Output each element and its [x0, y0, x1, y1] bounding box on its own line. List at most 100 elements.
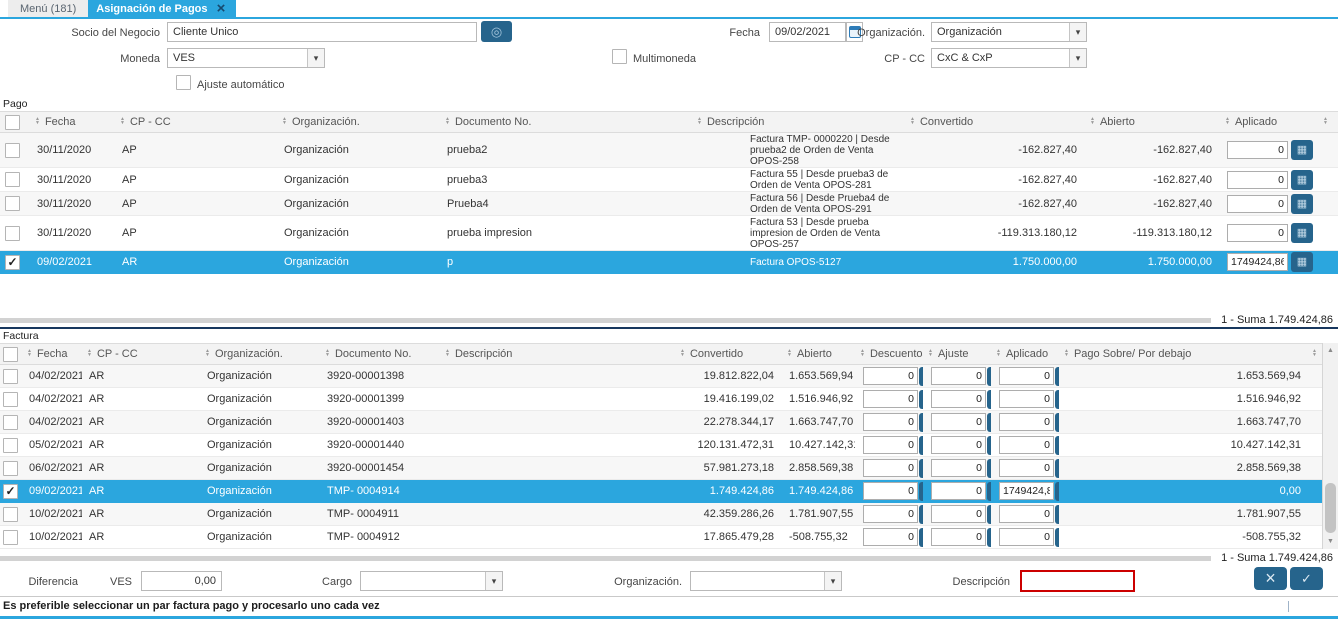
- column-header[interactable]: Documento No.: [335, 348, 411, 360]
- moneda-select[interactable]: VES: [167, 48, 325, 68]
- sort-icon[interactable]: [1064, 349, 1069, 357]
- calculator-button[interactable]: [1291, 140, 1313, 160]
- calculator-button-clipped[interactable]: [919, 367, 923, 386]
- sort-icon[interactable]: [282, 117, 287, 125]
- row-checkbox[interactable]: [5, 196, 20, 211]
- calculator-button-clipped[interactable]: [1055, 390, 1059, 409]
- amount-input[interactable]: [863, 436, 918, 454]
- column-header[interactable]: Ajuste: [938, 348, 969, 360]
- row-checkbox[interactable]: [5, 172, 20, 187]
- calculator-button[interactable]: [1291, 252, 1313, 272]
- calculator-button[interactable]: [1291, 194, 1313, 214]
- sort-icon[interactable]: [27, 349, 32, 357]
- column-header[interactable]: Aplicado: [1006, 348, 1048, 360]
- sort-icon[interactable]: [445, 349, 450, 357]
- amount-input[interactable]: [863, 482, 918, 500]
- diferencia-input[interactable]: 0,00: [141, 571, 222, 591]
- organizacion-select[interactable]: Organización: [931, 22, 1087, 42]
- sort-icon[interactable]: [910, 117, 915, 125]
- table-row[interactable]: 30/11/2020APOrganizaciónprueba3Factura 5…: [0, 168, 1338, 192]
- amount-input[interactable]: [931, 482, 986, 500]
- row-checkbox[interactable]: [3, 507, 18, 522]
- calculator-button-clipped[interactable]: [919, 436, 923, 455]
- amount-input[interactable]: [1227, 171, 1288, 189]
- table-row[interactable]: 09/02/2021AROrganizaciónTMP- 00049141.74…: [0, 480, 1322, 503]
- calculator-button-clipped[interactable]: [1055, 436, 1059, 455]
- row-checkbox[interactable]: [5, 255, 20, 270]
- column-header[interactable]: Descripción: [707, 116, 764, 128]
- select-all-checkbox[interactable]: [3, 347, 18, 362]
- amount-input[interactable]: [863, 367, 918, 385]
- sort-icon[interactable]: [697, 117, 702, 125]
- sort-icon[interactable]: [445, 117, 450, 125]
- amount-input[interactable]: [999, 528, 1054, 546]
- table-row[interactable]: 04/02/2021AROrganización3920-0000140322.…: [0, 411, 1322, 434]
- column-header[interactable]: Convertido: [690, 348, 743, 360]
- column-header[interactable]: CP - CC: [130, 116, 171, 128]
- calculator-button-clipped[interactable]: [1055, 528, 1059, 547]
- table-row[interactable]: 30/11/2020APOrganizaciónprueba2Factura T…: [0, 133, 1338, 168]
- chevron-down-icon[interactable]: [1069, 49, 1086, 67]
- close-icon[interactable]: [215, 2, 228, 15]
- amount-input[interactable]: [931, 367, 986, 385]
- select-all-checkbox[interactable]: [5, 115, 20, 130]
- amount-input[interactable]: [999, 390, 1054, 408]
- sort-icon[interactable]: [87, 349, 92, 357]
- multimoneda-checkbox[interactable]: [612, 49, 627, 64]
- amount-input[interactable]: [999, 459, 1054, 477]
- amount-input[interactable]: [1227, 253, 1288, 271]
- column-header[interactable]: CP - CC: [97, 348, 138, 360]
- calculator-button-clipped[interactable]: [1055, 413, 1059, 432]
- sort-icon[interactable]: [787, 349, 792, 357]
- table-row[interactable]: 06/02/2021AROrganización3920-0000145457.…: [0, 457, 1322, 480]
- sort-icon[interactable]: [35, 117, 40, 125]
- bpartner-info-button[interactable]: [481, 21, 512, 42]
- table-row[interactable]: 10/02/2021AROrganizaciónTMP- 000491217.8…: [0, 526, 1322, 549]
- amount-input[interactable]: [1227, 224, 1288, 242]
- table-row[interactable]: 30/11/2020APOrganizaciónPrueba4Factura 5…: [0, 192, 1338, 216]
- row-checkbox[interactable]: [3, 484, 18, 499]
- calculator-button-clipped[interactable]: [987, 528, 991, 547]
- horizontal-scrollbar[interactable]: [0, 556, 1211, 561]
- calculator-button-clipped[interactable]: [1055, 482, 1059, 501]
- amount-input[interactable]: [863, 505, 918, 523]
- table-row[interactable]: 04/02/2021AROrganización3920-0000139819.…: [0, 365, 1322, 388]
- amount-input[interactable]: [863, 413, 918, 431]
- scrollbar-thumb[interactable]: [1325, 483, 1336, 533]
- socio-input[interactable]: Cliente Unico: [167, 22, 477, 42]
- calculator-button-clipped[interactable]: [1055, 367, 1059, 386]
- row-checkbox[interactable]: [3, 438, 18, 453]
- table-row[interactable]: 05/02/2021AROrganización3920-00001440120…: [0, 434, 1322, 457]
- cpcc-select[interactable]: CxC & CxP: [931, 48, 1087, 68]
- amount-input[interactable]: [931, 459, 986, 477]
- footer-organizacion-select[interactable]: [690, 571, 842, 591]
- column-header[interactable]: Abierto: [1100, 116, 1135, 128]
- vertical-scrollbar[interactable]: ▲ ▼: [1322, 343, 1338, 549]
- descripcion-input[interactable]: [1020, 570, 1135, 592]
- resize-grip[interactable]: [1288, 601, 1289, 612]
- column-header[interactable]: Convertido: [920, 116, 973, 128]
- amount-input[interactable]: [931, 505, 986, 523]
- calculator-button-clipped[interactable]: [987, 459, 991, 478]
- chevron-down-icon[interactable]: [307, 49, 324, 67]
- calculator-button-clipped[interactable]: [919, 505, 923, 524]
- amount-input[interactable]: [931, 390, 986, 408]
- calculator-button-clipped[interactable]: [919, 390, 923, 409]
- column-header[interactable]: Descuentos: [870, 348, 923, 360]
- calculator-button-clipped[interactable]: [987, 505, 991, 524]
- column-header[interactable]: Fecha: [45, 116, 76, 128]
- sort-icon[interactable]: [1312, 349, 1317, 357]
- amount-input[interactable]: [931, 528, 986, 546]
- chevron-down-icon[interactable]: [485, 572, 502, 590]
- chevron-down-icon[interactable]: [1069, 23, 1086, 41]
- sort-icon[interactable]: [1323, 117, 1328, 125]
- amount-input[interactable]: [1227, 141, 1288, 159]
- table-row[interactable]: 30/11/2020APOrganizaciónprueba impresion…: [0, 216, 1338, 251]
- column-header[interactable]: Documento No.: [455, 116, 531, 128]
- sort-icon[interactable]: [1090, 117, 1095, 125]
- sort-icon[interactable]: [680, 349, 685, 357]
- calculator-button-clipped[interactable]: [1055, 459, 1059, 478]
- scroll-down-icon[interactable]: ▼: [1323, 534, 1338, 549]
- sort-icon[interactable]: [1225, 117, 1230, 125]
- amount-input[interactable]: [931, 413, 986, 431]
